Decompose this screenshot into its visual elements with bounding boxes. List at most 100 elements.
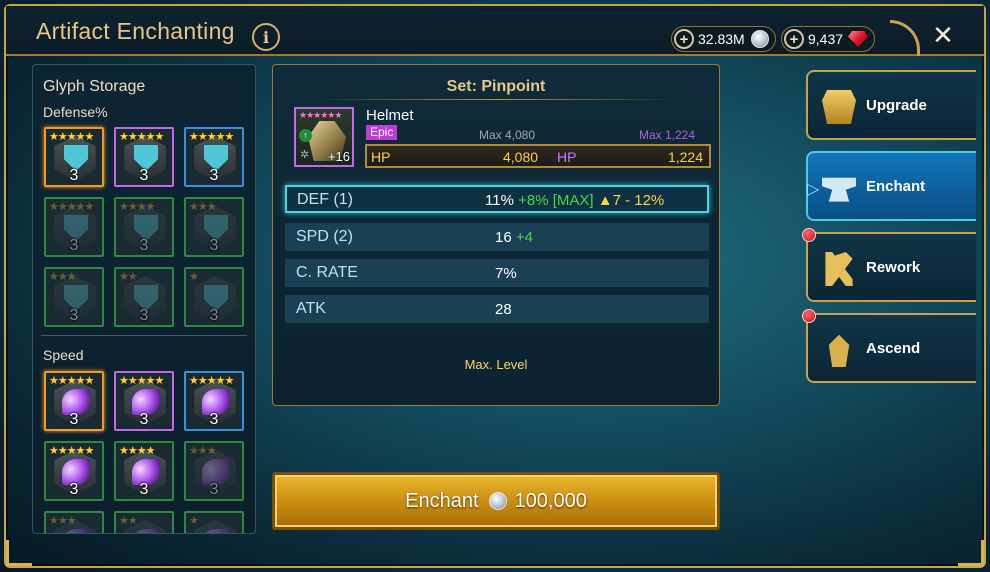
defense-glyph-slot[interactable]: ★★★ 3 [184, 197, 244, 257]
defense-glyph-slot[interactable]: ★★★★★ 3 [44, 197, 104, 257]
substat-value: 16 +4 [495, 229, 533, 246]
frame-corner [958, 540, 984, 566]
glyph-count: 3 [139, 411, 149, 428]
armor-icon [822, 90, 856, 124]
gems-amount: 9,437 [808, 31, 844, 47]
defense-glyph-slot[interactable]: ★★ 3 [114, 267, 174, 327]
substat-row-crate[interactable]: C. RATE 7% [285, 259, 709, 287]
enchant-button[interactable]: Enchant 100,000 [272, 472, 720, 530]
substat-row-def[interactable]: DEF (1) 11% +8% [MAX] ▲7 - 12% [285, 185, 709, 213]
tools-icon [825, 252, 853, 286]
glyph-stars: ★★★★★ [49, 375, 94, 387]
tab-label: Rework [866, 259, 921, 276]
speed-glyph-slot[interactable]: ★★★★ 3 [114, 441, 174, 501]
glyph-count: 3 [209, 481, 219, 498]
anvil-icon [822, 177, 856, 202]
substat-name: DEF (1) [297, 191, 353, 208]
glyph-count: 3 [209, 237, 219, 254]
set-divider [313, 99, 681, 100]
defense-glyph-slot[interactable]: ★★★★ 3 [114, 197, 174, 257]
glyph-stars: ★★★★★ [189, 375, 234, 387]
glyph-count: 3 [69, 167, 79, 184]
glyph-stars: ★★★★★ [119, 375, 164, 387]
enchant-button-label: Enchant [405, 489, 479, 512]
defense-glyph-slot[interactable]: ★★★ 3 [44, 267, 104, 327]
glyph-stars: ★★★★★ [49, 201, 94, 213]
substat-row-atk[interactable]: ATK 28 [285, 295, 709, 323]
substat-value: 11% +8% [MAX] ▲7 - 12% [485, 192, 665, 209]
glyph-count: 3 [209, 411, 219, 428]
silver-amount: 32.83M [698, 31, 745, 47]
speed-glyph-slot[interactable]: ★★★★★ 3 [114, 371, 174, 431]
speed-glyph-slot[interactable]: ★★★★★ 3 [44, 371, 104, 431]
silver-coin-icon [488, 492, 507, 510]
artifact-level: +16 [327, 149, 350, 164]
glyph-count: 3 [209, 167, 219, 184]
tab-rework[interactable]: Rework [802, 228, 976, 302]
add-silver-button[interactable]: + [674, 29, 694, 49]
ascend-icon [828, 334, 850, 367]
info-button[interactable]: i [252, 23, 280, 51]
glyph-stars: ★★★ [49, 271, 77, 283]
enchant-cost: 100,000 [514, 489, 587, 512]
artifact-panel: Set: Pinpoint ★★★★★★ ↑ ✲ +16 Helmet Epic… [272, 64, 720, 406]
substat-name: ATK [296, 300, 326, 317]
glyph-count: 3 [69, 481, 79, 498]
defense-glyph-slot[interactable]: ★★★★★ 3 [184, 127, 244, 187]
defense-glyph-slot[interactable]: ★★★★★ 3 [44, 127, 104, 187]
substat-value: 28 [495, 301, 512, 318]
substat-bonus: +8% [MAX] [518, 192, 594, 209]
tab-label: Upgrade [866, 97, 927, 114]
glyph-count: 3 [139, 481, 149, 498]
tab-upgrade[interactable]: Upgrade [806, 70, 976, 140]
tab-label: Enchant [866, 178, 926, 195]
glyph-stars: ★★★ [189, 201, 217, 213]
speed-glyph-slot[interactable]: ★★★ [44, 511, 104, 533]
close-button[interactable]: ✕ [930, 22, 956, 48]
set-label: Set: Pinpoint [446, 78, 546, 95]
glyph-stars: ★★★★★ [119, 131, 164, 143]
glyph-stars: ★ [189, 515, 199, 527]
secondary-stat-label: HP [557, 149, 577, 165]
glyph-stars: ★★★★★ [189, 131, 234, 143]
glyph-count: 3 [69, 237, 79, 254]
speed-glyph-slot[interactable]: ★★★★★ 3 [44, 441, 104, 501]
add-gems-button[interactable]: + [784, 29, 804, 49]
defense-section-label: Defense% [43, 104, 108, 120]
speed-glyph-slot[interactable]: ★★ [114, 511, 174, 533]
back-arc-ornament [890, 20, 920, 56]
defense-glyph-slot[interactable]: ★ 3 [184, 267, 244, 327]
max-secondary-stat: Max 1,224 [639, 128, 696, 142]
artifact-helmet-icon[interactable]: ★★★★★★ ↑ ✲ +16 [294, 107, 354, 167]
gems-counter: + 9,437 [781, 26, 876, 52]
max-main-stat: Max 4,080 [479, 128, 536, 142]
silver-counter: + 32.83M [671, 26, 776, 52]
frame-corner [6, 540, 32, 566]
primary-stat-label: HP [371, 149, 391, 165]
upgrade-arrow-icon: ↑ [299, 129, 312, 142]
top-bar: Artifact Enchanting i + 32.83M + 9,437 ✕ [6, 6, 984, 56]
substat-value: 7% [495, 265, 517, 282]
glyph-count: 3 [69, 411, 79, 428]
glyph-stars: ★★ [119, 515, 138, 527]
glyph-storage-panel: Glyph Storage Defense% ★★★★★ 3 ★★★★★ 3 ★★★★★… [32, 64, 256, 534]
glyph-count: 3 [139, 237, 149, 254]
secondary-stat-value: 1,224 [667, 149, 703, 165]
glyph-count: 3 [139, 307, 149, 324]
defense-glyph-slot[interactable]: ★★★★★ 3 [114, 127, 174, 187]
substat-name: SPD (2) [296, 228, 353, 245]
ruby-gem-icon [848, 31, 869, 47]
glyph-stars: ★ [189, 271, 199, 283]
substat-row-spd[interactable]: SPD (2) 16 +4 [285, 223, 709, 251]
set-emblem-icon: ✲ [300, 149, 310, 161]
silver-coin-icon [750, 30, 769, 48]
glyph-count: 3 [69, 307, 79, 324]
tab-enchant[interactable]: ▷ Enchant [806, 151, 976, 221]
page-title: Artifact Enchanting [36, 18, 235, 44]
speed-glyph-slot[interactable]: ★★★★★ 3 [184, 371, 244, 431]
alert-dot-icon [802, 309, 816, 323]
speed-glyph-slot[interactable]: ★★★ 3 [184, 441, 244, 501]
speed-glyph-slot[interactable]: ★ [184, 511, 244, 533]
tab-ascend[interactable]: Ascend [802, 309, 976, 383]
tab-label: Ascend [866, 340, 921, 357]
